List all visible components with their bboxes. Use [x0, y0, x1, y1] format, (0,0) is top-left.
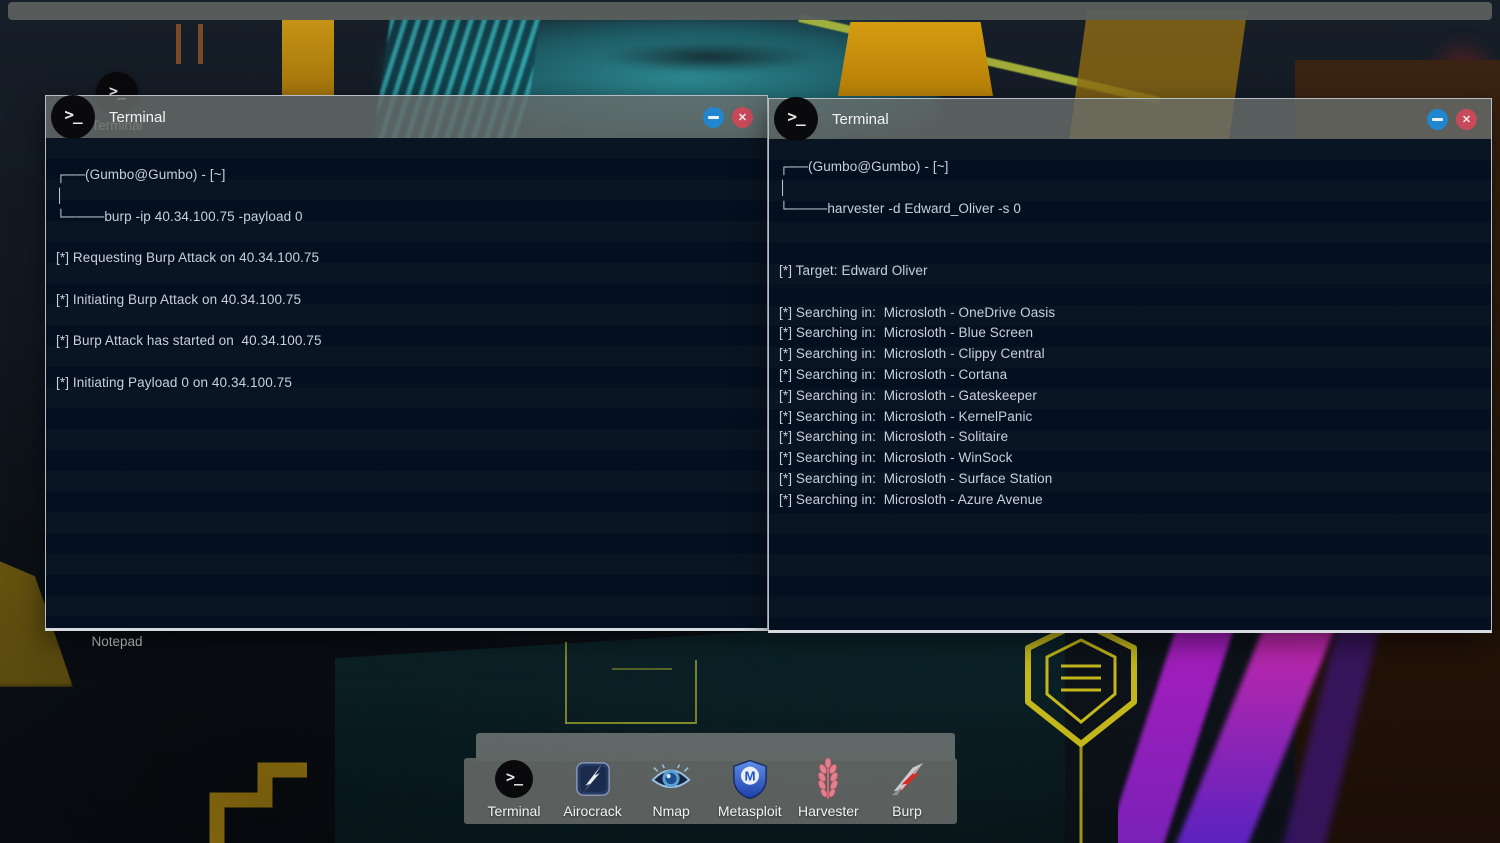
dock-item-label: Terminal [488, 803, 541, 819]
window-titlebar[interactable]: >_ Terminal ✕ [46, 96, 767, 138]
terminal-icon: >_ [51, 95, 95, 139]
terminal-line [56, 269, 759, 290]
dock-item-harvester[interactable]: Harvester [790, 757, 866, 819]
terminal-line: [*] Searching in: Microsloth - WinSock [779, 448, 1483, 469]
window-title: Terminal [109, 109, 166, 126]
terminal-line: │ [779, 178, 1483, 199]
window-titlebar[interactable]: >_ Terminal ✕ [769, 99, 1491, 139]
terminal-line: [*] Burp Attack has started on 40.34.100… [56, 331, 759, 352]
dock-item-metasploit[interactable]: M Metasploit [712, 757, 788, 819]
terminal-line [56, 311, 759, 332]
window-controls: ✕ [1427, 109, 1477, 130]
minimize-button[interactable] [703, 107, 724, 128]
terminal-line [56, 227, 759, 248]
dock-item-label: Harvester [798, 803, 859, 819]
close-button[interactable]: ✕ [732, 107, 753, 128]
terminal-line: [*] Searching in: Microsloth - Surface S… [779, 469, 1483, 490]
harvester-icon [814, 757, 842, 801]
terminal-line [779, 240, 1483, 261]
dock-item-nmap[interactable]: Nmap [633, 757, 709, 819]
dock-area: >_ Terminal Airocrack [464, 733, 957, 824]
dock-item-label: Airocrack [563, 803, 621, 819]
terminal-line: [*] Searching in: Microsloth - Solitaire [779, 427, 1483, 448]
terminal-line: [*] Searching in: Microsloth - Blue Scre… [779, 323, 1483, 344]
terminal-icon: >_ [495, 757, 533, 801]
window-title: Terminal [832, 111, 889, 128]
dock-item-label: Metasploit [718, 803, 782, 819]
terminal-line: ┌──(Gumbo@Gumbo) - [~] [56, 165, 759, 186]
terminal-line: └────burp -ip 40.34.100.75 -payload 0 [56, 207, 759, 228]
burp-icon [888, 757, 926, 801]
minimize-button[interactable] [1427, 109, 1448, 130]
terminal-line: └────harvester -d Edward_Oliver -s 0 [779, 199, 1483, 220]
terminal-line: [*] Requesting Burp Attack on 40.34.100.… [56, 248, 759, 269]
terminal-icon: >_ [774, 97, 818, 141]
terminal-window-burp: >_ Terminal ✕ ┌──(Gumbo@Gumbo) - [~]│└──… [45, 95, 768, 631]
terminal-line: ┌──(Gumbo@Gumbo) - [~] [779, 157, 1483, 178]
terminal-window-harvester: >_ Terminal ✕ ┌──(Gumbo@Gumbo) - [~]│└──… [768, 98, 1492, 633]
terminal-line: [*] Searching in: Microsloth - Azure Ave… [779, 490, 1483, 511]
terminal-line: [*] Searching in: Microsloth - KernelPan… [779, 407, 1483, 428]
terminal-output[interactable]: ┌──(Gumbo@Gumbo) - [~]│└────burp -ip 40.… [46, 138, 767, 628]
terminal-line: [*] Searching in: Microsloth - Gateskeep… [779, 386, 1483, 407]
dock-item-label: Burp [892, 803, 922, 819]
desktop-icon-label: Notepad [72, 634, 162, 649]
terminal-line [56, 352, 759, 373]
terminal-line [779, 219, 1483, 240]
window-controls: ✕ [703, 107, 753, 128]
dock: >_ Terminal Airocrack [464, 758, 957, 824]
terminal-line: [*] Initiating Payload 0 on 40.34.100.75 [56, 373, 759, 394]
terminal-line: [*] Target: Edward Oliver [779, 261, 1483, 282]
terminal-line: [*] Searching in: Microsloth - OneDrive … [779, 303, 1483, 324]
airocrack-icon [574, 757, 612, 801]
close-button[interactable]: ✕ [1456, 109, 1477, 130]
nmap-icon [650, 757, 692, 801]
terminal-line: [*] Initiating Burp Attack on 40.34.100.… [56, 290, 759, 311]
desktop: >_ Terminal Notepad >_ Terminal ✕ ┌──(Gu… [0, 0, 1500, 843]
terminal-output[interactable]: ┌──(Gumbo@Gumbo) - [~]│└────harvester -d… [769, 139, 1491, 630]
terminal-line: │ [56, 186, 759, 207]
terminal-line: [*] Searching in: Microsloth - Clippy Ce… [779, 344, 1483, 365]
dock-item-terminal[interactable]: >_ Terminal [476, 757, 552, 819]
dock-item-label: Nmap [653, 803, 690, 819]
terminal-line [779, 282, 1483, 303]
dock-item-airocrack[interactable]: Airocrack [555, 757, 631, 819]
metasploit-icon: M [731, 757, 769, 801]
dock-item-burp[interactable]: Burp [869, 757, 945, 819]
svg-text:M: M [744, 768, 755, 783]
terminal-line: [*] Searching in: Microsloth - Cortana [779, 365, 1483, 386]
top-panel[interactable] [8, 2, 1492, 20]
